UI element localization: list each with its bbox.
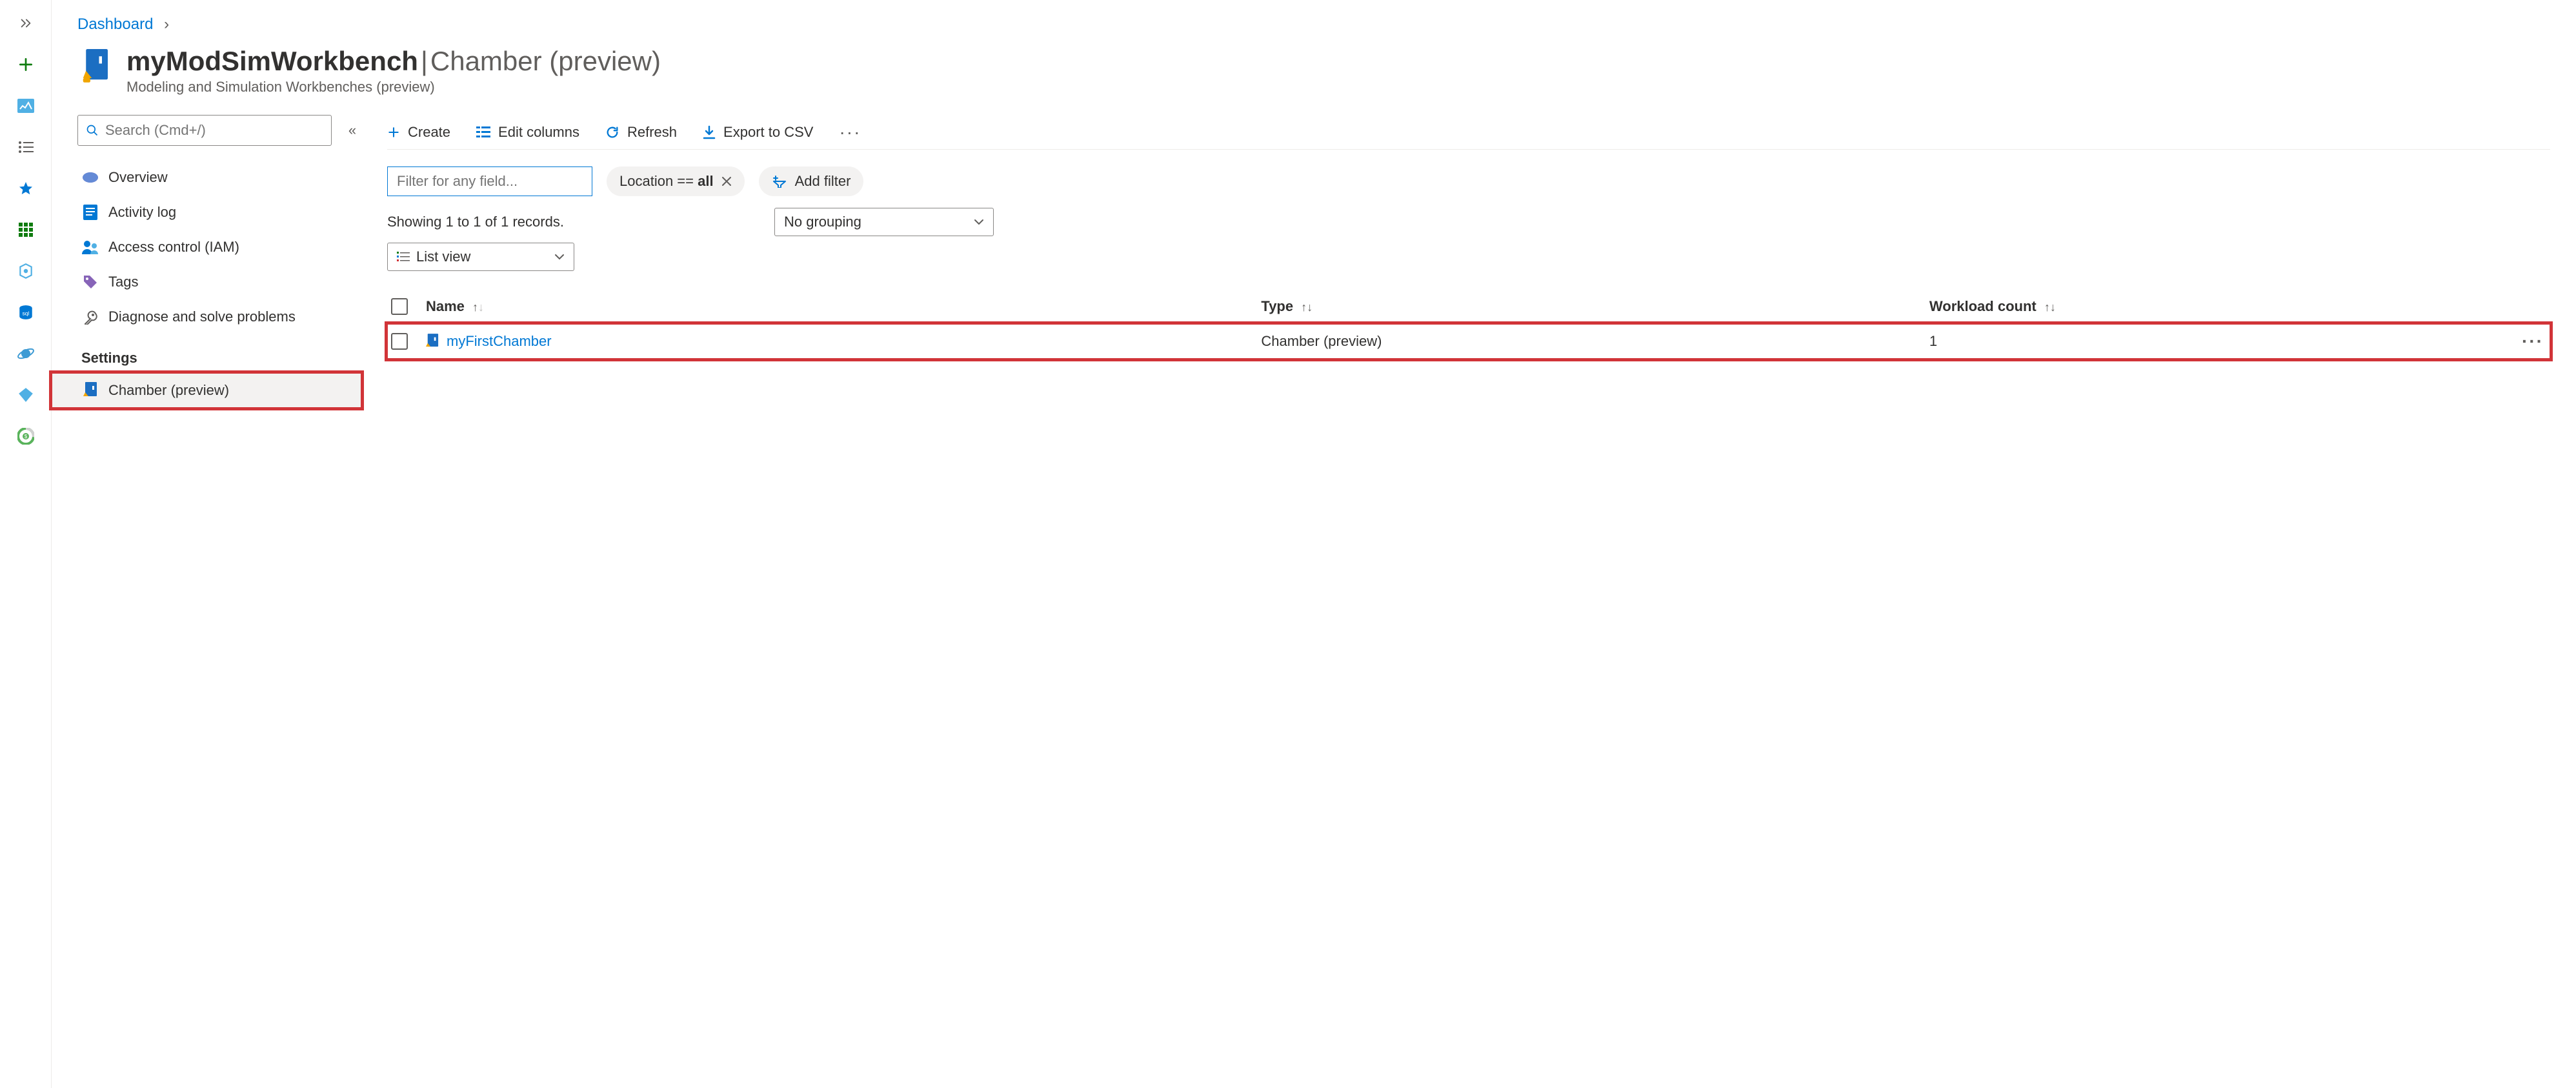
collapse-nav-button[interactable]: « [343,122,361,139]
search-icon [86,124,99,137]
row-workload: 1 [1929,333,2514,350]
resource-type-label: Modeling and Simulation Workbenches (pre… [126,79,661,96]
rail-dashboard-icon[interactable] [14,94,37,117]
table-row[interactable]: myFirstChamber Chamber (preview) 1 ··· [387,324,2550,359]
iam-icon [81,240,99,254]
list-view-icon [397,252,410,262]
nav-overview-label: Overview [108,169,168,186]
add-filter-icon [772,175,787,188]
refresh-button[interactable]: Refresh [605,124,677,141]
rail-sql-icon[interactable]: sql [14,301,37,324]
row-name-link[interactable]: myFirstChamber [426,333,1261,350]
records-summary: Showing 1 to 1 of 1 records. [387,214,564,230]
rail-favorites-icon[interactable] [14,177,37,200]
nav-chamber[interactable]: Chamber (preview) [52,373,361,408]
select-all-checkbox[interactable] [391,298,408,315]
rail-diamond-icon[interactable] [14,383,37,407]
columns-icon [476,126,490,138]
resource-search-input[interactable] [77,115,332,146]
nav-chamber-label: Chamber (preview) [108,382,229,399]
create-button[interactable]: Create [387,124,450,141]
view-select[interactable]: List view [387,243,574,271]
breadcrumb-dashboard[interactable]: Dashboard [77,15,153,33]
nav-tags[interactable]: Tags [77,265,361,299]
chevron-down-icon [554,254,565,260]
column-workload[interactable]: Workload count ↑↓ [1929,298,2514,315]
chevron-right-icon: › [164,15,169,33]
plus-icon [387,126,400,139]
nav-access-control[interactable]: Access control (IAM) [77,230,361,265]
rail-cosmos-icon[interactable] [14,342,37,365]
nav-settings-heading: Settings [81,350,361,367]
nav-activity-label: Activity log [108,204,176,221]
rail-cube-icon[interactable] [14,259,37,283]
rail-list-icon[interactable] [14,136,37,159]
workbench-icon [77,46,115,84]
row-type: Chamber (preview) [1261,333,1929,350]
filter-any-field-input[interactable] [387,166,592,196]
row-more-button[interactable]: ··· [2514,331,2550,352]
nav-diagnose[interactable]: Diagnose and solve problems [77,299,361,334]
nav-diag-label: Diagnose and solve problems [108,308,296,325]
rail-expand-icon[interactable] [14,12,37,35]
activity-log-icon [81,205,99,220]
rail-add-icon[interactable] [14,53,37,76]
refresh-icon [605,125,619,139]
filter-location-label: Location == all [619,173,714,190]
row-checkbox[interactable] [391,333,408,350]
chevron-down-icon [974,219,984,225]
svg-text:sql: sql [22,310,29,316]
tags-icon [81,274,99,290]
chamber-icon [81,382,99,399]
nav-overview[interactable]: Overview [77,160,361,195]
rail-cost-icon[interactable]: $ [14,425,37,448]
more-commands-button[interactable]: ··· [839,122,861,143]
column-name[interactable]: Name ↑↓ [426,298,1261,315]
diagnose-icon [81,309,99,325]
add-filter-button[interactable]: Add filter [759,166,864,196]
column-type[interactable]: Type ↑↓ [1261,298,1929,315]
rail-apps-icon[interactable] [14,218,37,241]
export-csv-button[interactable]: Export to CSV [703,124,813,141]
close-icon[interactable] [721,176,732,186]
filter-pill-location[interactable]: Location == all [607,166,745,196]
nav-tags-label: Tags [108,274,138,290]
svg-text:$: $ [24,434,27,439]
nav-activity-log[interactable]: Activity log [77,195,361,230]
nav-iam-label: Access control (IAM) [108,239,239,256]
page-title: myModSimWorkbench|Chamber (preview) [126,46,661,76]
edit-columns-button[interactable]: Edit columns [476,124,579,141]
download-icon [703,125,716,139]
chamber-icon [426,334,439,349]
overview-icon [81,171,99,184]
grouping-select[interactable]: No grouping [774,208,994,236]
